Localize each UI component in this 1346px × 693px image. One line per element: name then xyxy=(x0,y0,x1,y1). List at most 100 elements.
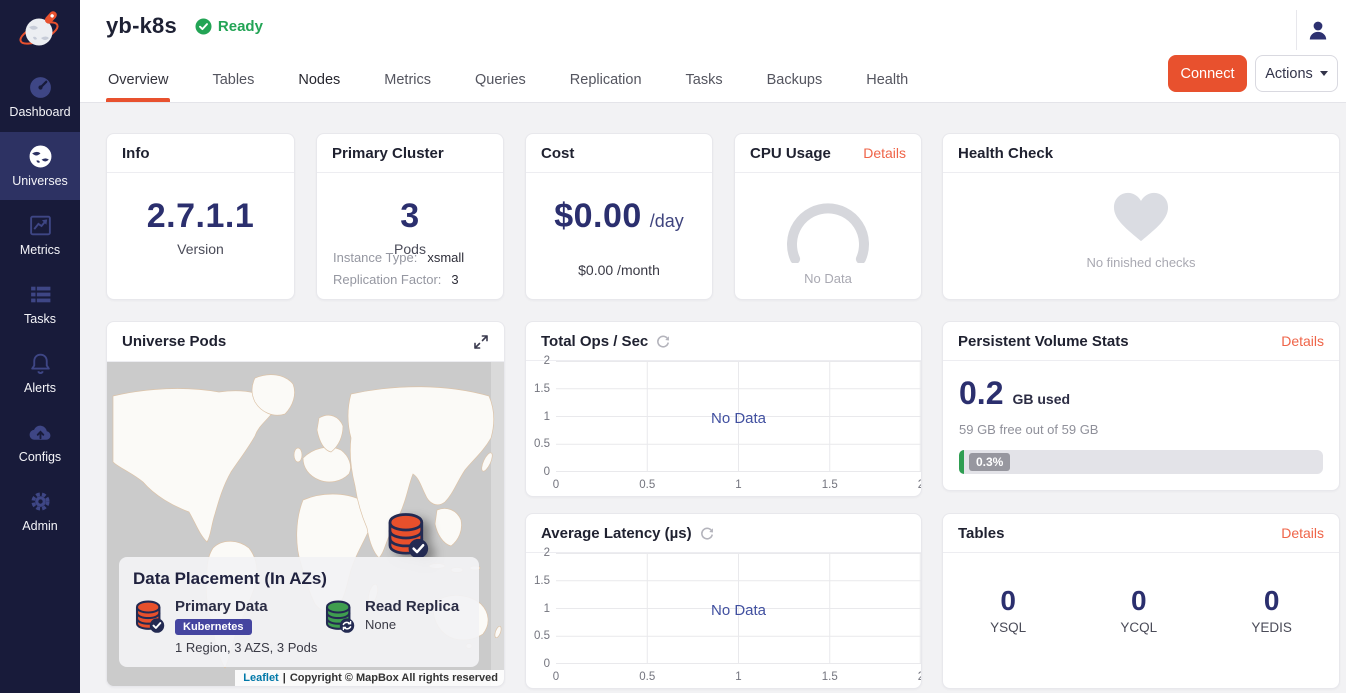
tab-tasks[interactable]: Tasks xyxy=(684,58,725,102)
tab-queries[interactable]: Queries xyxy=(473,58,528,102)
ycql-count: 0 xyxy=(1120,585,1157,617)
storage-used-unit: GB used xyxy=(1012,391,1070,407)
x-tick: 2 xyxy=(918,479,922,491)
read-replica-legend: Read Replica None xyxy=(323,598,459,655)
primary-data-summary: 1 Region, 3 AZS, 3 Pods xyxy=(175,640,317,655)
page-header: yb-k8s Ready Overview Tables Nodes Metri… xyxy=(80,0,1346,103)
read-replica-db-icon xyxy=(323,598,355,634)
ycql-label: YCQL xyxy=(1120,620,1157,635)
card-title: Health Check xyxy=(958,145,1053,162)
pvs-details-link[interactable]: Details xyxy=(1281,333,1324,349)
y-tick: 1 xyxy=(526,603,550,615)
universe-tabs: Overview Tables Nodes Metrics Queries Re… xyxy=(106,58,950,102)
sidebar-item-configs[interactable]: Configs xyxy=(0,408,80,476)
attribution-separator: | xyxy=(283,672,286,684)
tab-tables[interactable]: Tables xyxy=(210,58,256,102)
storage-used-value: 0.2 xyxy=(959,375,1003,412)
tab-replication[interactable]: Replication xyxy=(568,58,644,102)
yedis-count: 0 xyxy=(1251,585,1292,617)
cloud-upload-icon xyxy=(28,420,53,445)
storage-percent-badge: 0.3% xyxy=(969,453,1010,471)
version-value: 2.7.1.1 xyxy=(147,197,254,236)
chart-empty-text: No Data xyxy=(556,410,921,427)
sidebar-item-metrics[interactable]: Metrics xyxy=(0,201,80,269)
total-ops-chart-card: Total Ops / Sec 2 1.5 1 xyxy=(525,321,922,497)
primary-db-icon xyxy=(133,598,165,634)
refresh-icon[interactable] xyxy=(700,526,714,540)
user-icon xyxy=(1306,18,1330,42)
y-tick: 1 xyxy=(526,411,550,423)
chart-plot-area: 2 1.5 1 0.5 0 0 0.5 1 1.5 2 No Data xyxy=(526,553,921,688)
universe-pods-card: Universe Pods xyxy=(106,321,505,687)
gear-icon xyxy=(28,489,53,514)
version-label: Version xyxy=(177,241,224,257)
kubernetes-badge: Kubernetes xyxy=(175,619,252,635)
tab-nodes[interactable]: Nodes xyxy=(296,58,342,102)
x-tick: 1.5 xyxy=(822,479,838,491)
sidebar-item-alerts[interactable]: Alerts xyxy=(0,339,80,407)
ysql-count: 0 xyxy=(990,585,1026,617)
tab-overview[interactable]: Overview xyxy=(106,58,170,102)
card-title: CPU Usage xyxy=(750,145,831,162)
connect-button[interactable]: Connect xyxy=(1168,55,1247,92)
tables-details-link[interactable]: Details xyxy=(1281,525,1324,541)
gauge-arc-icon xyxy=(776,199,880,263)
sidebar-item-admin[interactable]: Admin xyxy=(0,477,80,545)
cluster-details: Instance Type: xsmall Replication Factor… xyxy=(333,243,493,287)
chart-empty-text: No Data xyxy=(556,602,921,619)
yugabyte-logo-icon[interactable] xyxy=(0,4,80,56)
status-badge: Ready xyxy=(195,18,263,35)
leaflet-link[interactable]: Leaflet xyxy=(243,672,278,684)
chevron-down-icon xyxy=(1320,71,1328,76)
sidebar-item-label: Alerts xyxy=(24,381,56,395)
x-tick: 0 xyxy=(553,479,559,491)
y-tick: 0.5 xyxy=(526,438,550,450)
card-title: Cost xyxy=(541,145,574,162)
map-attribution: Leaflet | Copyright © MapBox All rights … xyxy=(235,670,504,687)
user-menu[interactable] xyxy=(1296,10,1338,50)
primary-db-marker-icon[interactable] xyxy=(384,510,430,560)
globe-icon xyxy=(28,144,53,169)
health-empty-text: No finished checks xyxy=(1086,255,1195,270)
cost-card: Cost $0.00 /day $0.00 /month xyxy=(525,133,713,300)
persistent-volume-stats-card: Persistent Volume Stats Details 0.2 GB u… xyxy=(942,321,1340,491)
actions-button[interactable]: Actions xyxy=(1255,55,1338,92)
y-tick: 0.5 xyxy=(526,630,550,642)
card-title: Persistent Volume Stats xyxy=(958,333,1129,350)
replication-factor-value: 3 xyxy=(451,272,458,287)
tab-backups[interactable]: Backups xyxy=(765,58,825,102)
universe-title: yb-k8s xyxy=(106,13,177,39)
cost-per-day-unit: /day xyxy=(650,211,684,232)
cost-per-day-value: $0.00 xyxy=(554,197,642,236)
storage-progress-fill xyxy=(959,450,964,474)
ysql-stat: 0 YSQL xyxy=(990,585,1026,635)
expand-icon[interactable] xyxy=(473,334,489,350)
cost-per-month: $0.00 /month xyxy=(578,262,660,278)
cpu-usage-card: CPU Usage Details No Data xyxy=(734,133,922,300)
check-circle-icon xyxy=(195,18,212,35)
x-tick: 1 xyxy=(735,671,741,683)
card-title: Primary Cluster xyxy=(332,145,444,162)
chart-title: Average Latency (µs) xyxy=(541,525,692,542)
tables-card: Tables Details 0 YSQL 0 YCQL 0 YEDIS xyxy=(942,513,1340,689)
y-tick: 0 xyxy=(526,658,550,670)
cpu-details-link[interactable]: Details xyxy=(863,145,906,161)
refresh-icon[interactable] xyxy=(656,334,670,348)
attribution-text: Copyright © MapBox All rights reserved xyxy=(290,672,498,684)
bell-icon xyxy=(28,351,53,376)
sidebar-item-label: Dashboard xyxy=(9,105,70,119)
sidebar-item-label: Universes xyxy=(12,174,68,188)
card-title: Universe Pods xyxy=(122,333,226,350)
x-tick: 0.5 xyxy=(639,671,655,683)
world-map[interactable]: Data Placement (In AZs) xyxy=(107,362,504,687)
sidebar-item-tasks[interactable]: Tasks xyxy=(0,270,80,338)
x-tick: 0 xyxy=(553,671,559,683)
sidebar-item-universes[interactable]: Universes xyxy=(0,132,80,200)
tab-health[interactable]: Health xyxy=(864,58,910,102)
sidebar-item-label: Tasks xyxy=(24,312,56,326)
sidebar-item-dashboard[interactable]: Dashboard xyxy=(0,63,80,131)
tab-metrics[interactable]: Metrics xyxy=(382,58,433,102)
gauge-icon xyxy=(28,75,53,100)
status-text: Ready xyxy=(218,18,263,35)
health-check-card: Health Check No finished checks xyxy=(942,133,1340,300)
